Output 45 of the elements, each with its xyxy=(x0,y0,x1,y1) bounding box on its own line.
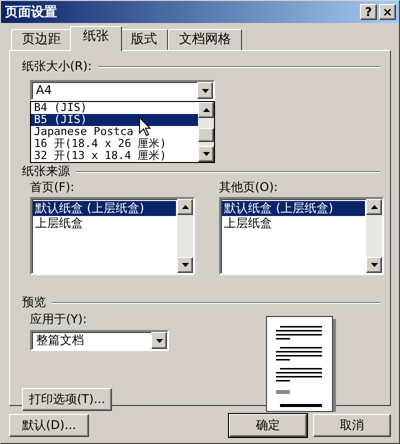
section-label: 预览 xyxy=(22,295,46,310)
down-arrow-icon xyxy=(202,152,210,156)
mouse-cursor-icon xyxy=(139,117,151,136)
defaults-button[interactable]: 默认(D)... xyxy=(9,414,89,436)
dropdown-option[interactable]: B5 (JIS) xyxy=(31,114,198,126)
print-options-button[interactable]: 打印选项(T)... xyxy=(22,388,112,411)
down-arrow-icon xyxy=(370,263,378,267)
dropdown-option[interactable]: Japanese Postca xyxy=(31,126,198,138)
up-arrow-icon xyxy=(202,108,210,112)
down-arrow-icon xyxy=(202,88,208,92)
tab[interactable]: 纸张 xyxy=(70,26,122,51)
list-label: 其他页(O): xyxy=(219,180,279,195)
close-button[interactable]: × xyxy=(379,4,396,20)
dropdown-option[interactable]: 32 开(13 x 18.4 厘米) xyxy=(31,150,198,162)
dropdown-option[interactable]: 16 开(18.4 x 26 厘米) xyxy=(31,138,198,150)
scroll-thumb[interactable] xyxy=(198,128,214,142)
down-arrow-icon xyxy=(156,338,162,342)
section-label: 纸张大小(R): xyxy=(22,59,92,74)
apply-to-select[interactable]: 整篇文档 xyxy=(30,330,169,351)
ok-button[interactable]: 确定 xyxy=(229,414,307,436)
down-arrow-icon xyxy=(182,263,188,267)
dropdown-arrow-button[interactable] xyxy=(197,82,213,99)
list-item[interactable]: 默认纸盒 (上层纸盒) xyxy=(222,201,365,216)
scroll-up-button[interactable] xyxy=(198,102,214,118)
list-label: 首页(F): xyxy=(30,180,76,195)
up-arrow-icon xyxy=(370,205,378,209)
help-button[interactable]: ? xyxy=(360,4,377,20)
up-arrow-icon xyxy=(182,205,188,209)
section-label: 纸张来源 xyxy=(22,164,70,179)
scroll-down-button[interactable] xyxy=(177,257,193,273)
paper-size-select[interactable]: A4 xyxy=(30,80,215,101)
scroll-down-button[interactable] xyxy=(198,146,214,162)
dropdown-arrow-button[interactable] xyxy=(151,332,167,349)
dropdown-option[interactable]: B4 (JIS) xyxy=(31,102,198,114)
list-item[interactable]: 上层纸盒 xyxy=(222,216,365,231)
scroll-down-button[interactable] xyxy=(366,257,382,273)
field-label: 应用于(Y): xyxy=(30,312,88,327)
scroll-up-button[interactable] xyxy=(366,199,382,215)
list-item[interactable]: 默认纸盒 (上层纸盒) xyxy=(33,201,176,216)
cancel-button[interactable]: 取消 xyxy=(313,414,391,436)
tab[interactable]: 版式 xyxy=(120,29,168,51)
list-item[interactable]: 上层纸盒 xyxy=(33,216,176,231)
tab[interactable]: 文档网格 xyxy=(168,29,242,51)
window-title: 页面设置 xyxy=(5,4,58,20)
scroll-up-button[interactable] xyxy=(177,199,193,215)
